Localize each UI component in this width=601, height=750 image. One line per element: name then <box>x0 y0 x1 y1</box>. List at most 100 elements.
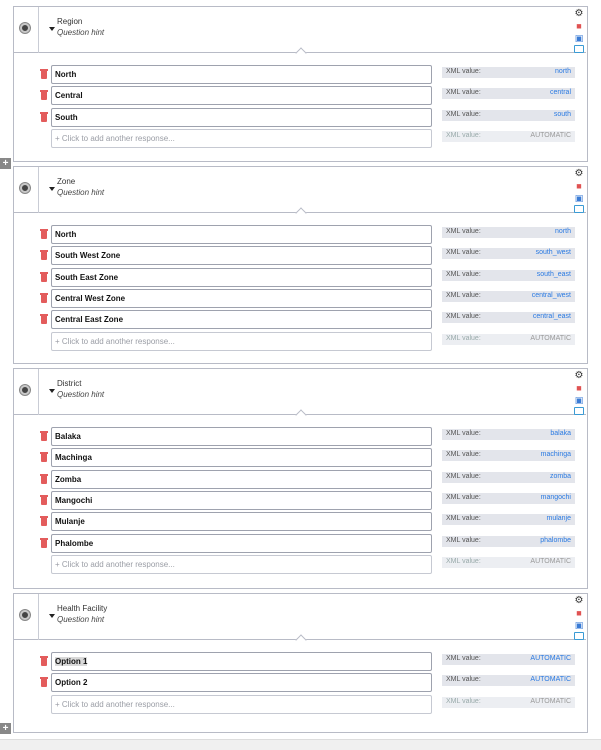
folder-icon[interactable] <box>574 407 584 415</box>
copy-icon[interactable]: ▣ <box>574 193 584 203</box>
trash-icon[interactable] <box>40 229 48 239</box>
xml-value-field[interactable]: XML value: south_east <box>442 269 575 281</box>
trash-icon[interactable] <box>40 69 48 79</box>
trash-icon[interactable]: ■ <box>574 21 584 31</box>
xml-value-field[interactable]: XML value: mangochi <box>442 492 575 504</box>
add-response-button[interactable]: + Click to add another response... <box>51 694 432 714</box>
trash-icon[interactable] <box>40 431 48 441</box>
xml-value[interactable]: AUTOMATIC <box>530 676 571 683</box>
xml-value[interactable]: AUTOMATIC <box>530 655 571 662</box>
option-label-input[interactable]: Mangochi <box>51 490 432 510</box>
option-label-input[interactable]: Central <box>51 86 432 106</box>
option-label-input[interactable]: Zomba <box>51 469 432 489</box>
xml-value-field[interactable]: XML value: south_west <box>442 248 575 260</box>
add-question-button[interactable]: + <box>0 723 11 734</box>
question-label[interactable]: Health Facility <box>57 604 107 613</box>
xml-value[interactable]: mulanje <box>546 515 571 522</box>
add-response-button[interactable]: + Click to add another response... <box>51 554 432 574</box>
option-label-input[interactable]: North <box>51 65 432 84</box>
xml-value[interactable]: north <box>555 68 571 75</box>
xml-value-field[interactable]: XML value: zomba <box>442 471 575 483</box>
xml-value[interactable]: north <box>555 228 571 235</box>
option-label-input[interactable]: Mulanje <box>51 512 432 532</box>
option-label-input[interactable]: Balaka <box>51 427 432 446</box>
xml-value-field[interactable]: XML value: AUTOMATIC <box>442 675 575 687</box>
option-label-input[interactable]: Option 1 <box>51 652 432 671</box>
question-hint[interactable]: Question hint <box>57 188 104 197</box>
xml-value-field[interactable]: XML value: central <box>442 88 575 100</box>
folder-icon[interactable] <box>574 45 584 53</box>
chevron-down-icon[interactable] <box>49 187 55 191</box>
xml-value-field[interactable]: XML value: phalombe <box>442 535 575 547</box>
gear-icon[interactable]: ⚙ <box>574 371 584 381</box>
chevron-down-icon[interactable] <box>49 27 55 31</box>
xml-value[interactable]: south <box>554 111 571 118</box>
option-label-input[interactable]: North <box>51 225 432 244</box>
chevron-down-icon[interactable] <box>49 614 55 618</box>
trash-icon[interactable] <box>40 677 48 688</box>
copy-icon[interactable]: ▣ <box>574 620 584 630</box>
trash-icon[interactable] <box>40 473 48 484</box>
gear-icon[interactable]: ⚙ <box>574 9 584 19</box>
question-label[interactable]: District <box>57 379 81 388</box>
option-label-input[interactable]: Central West Zone <box>51 288 432 308</box>
xml-value-field[interactable]: XML value: balaka <box>442 429 575 440</box>
copy-icon[interactable]: ▣ <box>574 395 584 405</box>
xml-value[interactable]: zomba <box>550 473 571 480</box>
xml-value[interactable]: central <box>550 89 571 96</box>
xml-value-field[interactable]: XML value: central_west <box>442 290 575 302</box>
option-label-input[interactable]: Central East Zone <box>51 310 432 330</box>
xml-value[interactable]: mangochi <box>541 494 571 501</box>
gear-icon[interactable]: ⚙ <box>574 596 584 606</box>
xml-value-field[interactable]: XML value: central_east <box>442 312 575 324</box>
xml-value[interactable]: machinga <box>541 451 571 458</box>
question-label[interactable]: Zone <box>57 177 75 186</box>
question-hint[interactable]: Question hint <box>57 390 104 399</box>
question-label[interactable]: Region <box>57 17 82 26</box>
trash-icon[interactable] <box>40 452 48 463</box>
xml-value-field[interactable]: XML value: machinga <box>442 450 575 462</box>
xml-value[interactable]: phalombe <box>540 537 571 544</box>
question-hint[interactable]: Question hint <box>57 615 104 624</box>
option-label-input[interactable]: South West Zone <box>51 246 432 266</box>
option-label-input[interactable]: South <box>51 107 432 127</box>
xml-value[interactable]: south_west <box>536 249 571 256</box>
drag-handle[interactable] <box>20 610 30 620</box>
trash-icon[interactable] <box>40 250 48 261</box>
trash-icon[interactable]: ■ <box>574 181 584 191</box>
trash-icon[interactable] <box>40 314 48 325</box>
trash-icon[interactable]: ■ <box>574 608 584 618</box>
drag-handle[interactable] <box>20 183 30 193</box>
xml-value-field[interactable]: XML value: north <box>442 67 575 78</box>
xml-value-field[interactable]: XML value: AUTOMATIC <box>442 654 575 665</box>
trash-icon[interactable] <box>40 90 48 101</box>
trash-icon[interactable] <box>40 494 48 505</box>
xml-value[interactable]: central_west <box>532 292 571 299</box>
xml-value-field[interactable]: XML value: north <box>442 227 575 238</box>
trash-icon[interactable] <box>40 271 48 282</box>
add-response-button[interactable]: + Click to add another response... <box>51 331 432 351</box>
trash-icon[interactable] <box>40 537 48 548</box>
trash-icon[interactable]: ■ <box>574 383 584 393</box>
option-label-input[interactable]: Machinga <box>51 448 432 468</box>
option-label-input[interactable]: South East Zone <box>51 267 432 287</box>
gear-icon[interactable]: ⚙ <box>574 169 584 179</box>
drag-handle[interactable] <box>20 23 30 33</box>
trash-icon[interactable] <box>40 292 48 303</box>
xml-value-field[interactable]: XML value: mulanje <box>442 514 575 526</box>
trash-icon[interactable] <box>40 656 48 666</box>
folder-icon[interactable] <box>574 205 584 213</box>
folder-icon[interactable] <box>574 632 584 640</box>
trash-icon[interactable] <box>40 516 48 527</box>
add-response-button[interactable]: + Click to add another response... <box>51 128 432 148</box>
chevron-down-icon[interactable] <box>49 389 55 393</box>
drag-handle[interactable] <box>20 385 30 395</box>
xml-value-field[interactable]: XML value: south <box>442 109 575 121</box>
xml-value[interactable]: south_east <box>537 271 571 278</box>
copy-icon[interactable]: ▣ <box>574 33 584 43</box>
add-question-button[interactable]: + <box>0 158 11 169</box>
xml-value[interactable]: balaka <box>550 430 571 437</box>
option-label-input[interactable]: Phalombe <box>51 533 432 553</box>
question-hint[interactable]: Question hint <box>57 28 104 37</box>
trash-icon[interactable] <box>40 111 48 122</box>
